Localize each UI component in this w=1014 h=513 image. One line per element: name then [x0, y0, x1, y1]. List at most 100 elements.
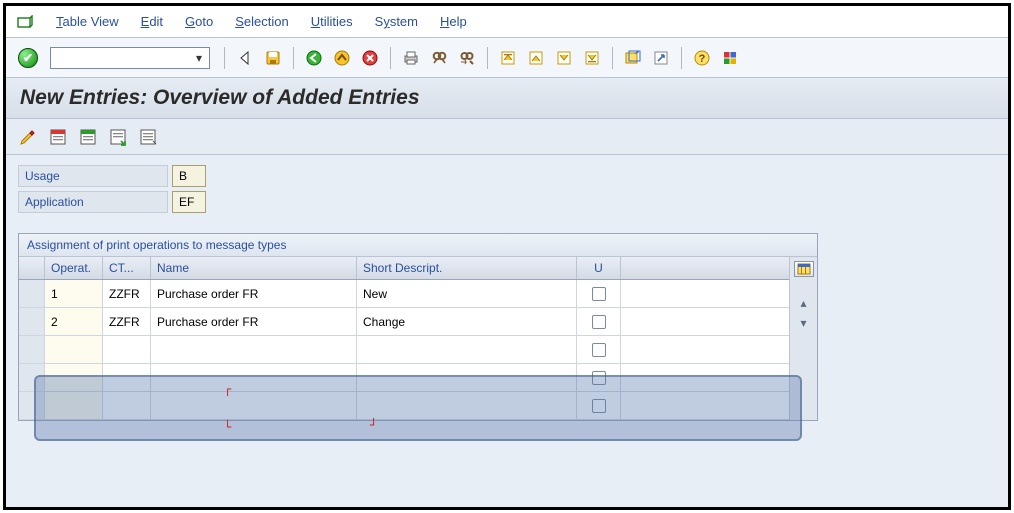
find-button[interactable]: [427, 46, 451, 70]
checkbox[interactable]: [592, 315, 606, 329]
cell-short[interactable]: [357, 364, 577, 391]
cell-short[interactable]: New: [357, 280, 577, 307]
checkbox[interactable]: [592, 371, 606, 385]
prev-page-button[interactable]: [524, 46, 548, 70]
table-row[interactable]: 2ZZFRPurchase order FRChange: [19, 308, 789, 336]
cell-name[interactable]: Purchase order FR: [151, 280, 357, 307]
header-operat[interactable]: Operat.: [45, 257, 103, 279]
find-next-button[interactable]: [455, 46, 479, 70]
cell-operat[interactable]: 2: [45, 308, 103, 335]
cell-name[interactable]: [151, 336, 357, 363]
menu-goto[interactable]: Goto: [185, 14, 213, 29]
row-selector[interactable]: [19, 336, 45, 363]
menu-selection[interactable]: Selection: [235, 14, 288, 29]
cell-ctyp[interactable]: ZZFR: [103, 308, 151, 335]
checkbox[interactable]: [592, 399, 606, 413]
row-selector[interactable]: [19, 364, 45, 391]
select-all-button[interactable]: [46, 125, 70, 149]
menu-table-view[interactable]: TTable Viewable View: [56, 14, 119, 29]
separator: [293, 47, 294, 69]
cell-operat[interactable]: 1: [45, 280, 103, 307]
checkbox[interactable]: [592, 287, 606, 301]
deselect-all-button[interactable]: [76, 125, 100, 149]
separator: [224, 47, 225, 69]
select-block-button[interactable]: [106, 125, 130, 149]
checkbox[interactable]: [592, 343, 606, 357]
cell-short[interactable]: [357, 392, 577, 419]
header-name[interactable]: Name: [151, 257, 357, 279]
table-row[interactable]: [19, 392, 789, 420]
header-selector[interactable]: [19, 257, 45, 279]
next-page-button[interactable]: [552, 46, 576, 70]
cell-name[interactable]: [151, 392, 357, 419]
configure-columns-button[interactable]: [794, 261, 814, 277]
field-usage: Usage B: [18, 165, 996, 187]
cell-name[interactable]: [151, 364, 357, 391]
scroll-down-icon[interactable]: ▾: [796, 315, 812, 331]
cell-u[interactable]: [577, 308, 621, 335]
separator: [390, 47, 391, 69]
screen-title: New Entries: Overview of Added Entries: [20, 86, 994, 110]
new-session-button[interactable]: [621, 46, 645, 70]
cell-ctyp[interactable]: ZZFR: [103, 280, 151, 307]
create-shortcut-button[interactable]: [649, 46, 673, 70]
table-row[interactable]: [19, 336, 789, 364]
first-page-button[interactable]: [496, 46, 520, 70]
exit-button[interactable]: [330, 46, 354, 70]
header-ctyp[interactable]: CT...: [103, 257, 151, 279]
cell-u[interactable]: [577, 364, 621, 391]
table-row[interactable]: [19, 364, 789, 392]
check-icon: ✔: [18, 48, 38, 68]
cell-short[interactable]: [357, 336, 577, 363]
scroll-up-icon[interactable]: ▴: [796, 295, 812, 311]
grid-scrollbar[interactable]: ▴ ▾: [789, 257, 817, 420]
command-field[interactable]: ▾: [50, 47, 210, 69]
enter-button[interactable]: ✔: [16, 46, 40, 70]
cancel-button[interactable]: [358, 46, 382, 70]
window-menu-icon[interactable]: [16, 15, 34, 29]
cell-u[interactable]: [577, 336, 621, 363]
menu-utilities[interactable]: Utilities: [311, 14, 353, 29]
row-selector[interactable]: [19, 392, 45, 419]
row-selector[interactable]: [19, 308, 45, 335]
usage-label: Usage: [18, 165, 168, 187]
cell-operat[interactable]: [45, 336, 103, 363]
application-value[interactable]: EF: [172, 191, 206, 213]
back-button[interactable]: [302, 46, 326, 70]
config-button[interactable]: [136, 125, 160, 149]
sap-window: TTable Viewable View Edit Goto Selection…: [3, 3, 1011, 510]
layout-menu-button[interactable]: [718, 46, 742, 70]
separator: [612, 47, 613, 69]
change-button[interactable]: [16, 125, 40, 149]
table-row[interactable]: 1ZZFRPurchase order FRNew: [19, 280, 789, 308]
dropdown-arrow-icon: ▾: [191, 50, 207, 66]
row-selector[interactable]: [19, 280, 45, 307]
cell-ctyp[interactable]: [103, 364, 151, 391]
table-panel: Assignment of print operations to messag…: [18, 233, 818, 421]
header-u[interactable]: U: [577, 257, 621, 279]
grid-body: 1ZZFRPurchase order FRNew2ZZFRPurchase o…: [19, 280, 789, 420]
title-area: New Entries: Overview of Added Entries: [6, 78, 1008, 119]
cell-ctyp[interactable]: [103, 336, 151, 363]
print-button[interactable]: [399, 46, 423, 70]
cell-u[interactable]: [577, 280, 621, 307]
menu-bar-toggle-button[interactable]: [233, 46, 257, 70]
field-application: Application EF: [18, 191, 996, 213]
cell-short[interactable]: Change: [357, 308, 577, 335]
help-button[interactable]: ?: [690, 46, 714, 70]
save-button[interactable]: [261, 46, 285, 70]
content-area: Usage B Application EF Assignment of pri…: [6, 155, 1008, 431]
header-short[interactable]: Short Descript.: [357, 257, 577, 279]
table-caption: Assignment of print operations to messag…: [19, 234, 817, 257]
menu-bar: TTable Viewable View Edit Goto Selection…: [6, 6, 1008, 38]
cell-name[interactable]: Purchase order FR: [151, 308, 357, 335]
cell-operat[interactable]: [45, 392, 103, 419]
last-page-button[interactable]: [580, 46, 604, 70]
usage-value[interactable]: B: [172, 165, 206, 187]
menu-system[interactable]: System: [375, 14, 418, 29]
cell-u[interactable]: [577, 392, 621, 419]
menu-help[interactable]: Help: [440, 14, 467, 29]
cell-ctyp[interactable]: [103, 392, 151, 419]
cell-operat[interactable]: [45, 364, 103, 391]
menu-edit[interactable]: Edit: [141, 14, 163, 29]
